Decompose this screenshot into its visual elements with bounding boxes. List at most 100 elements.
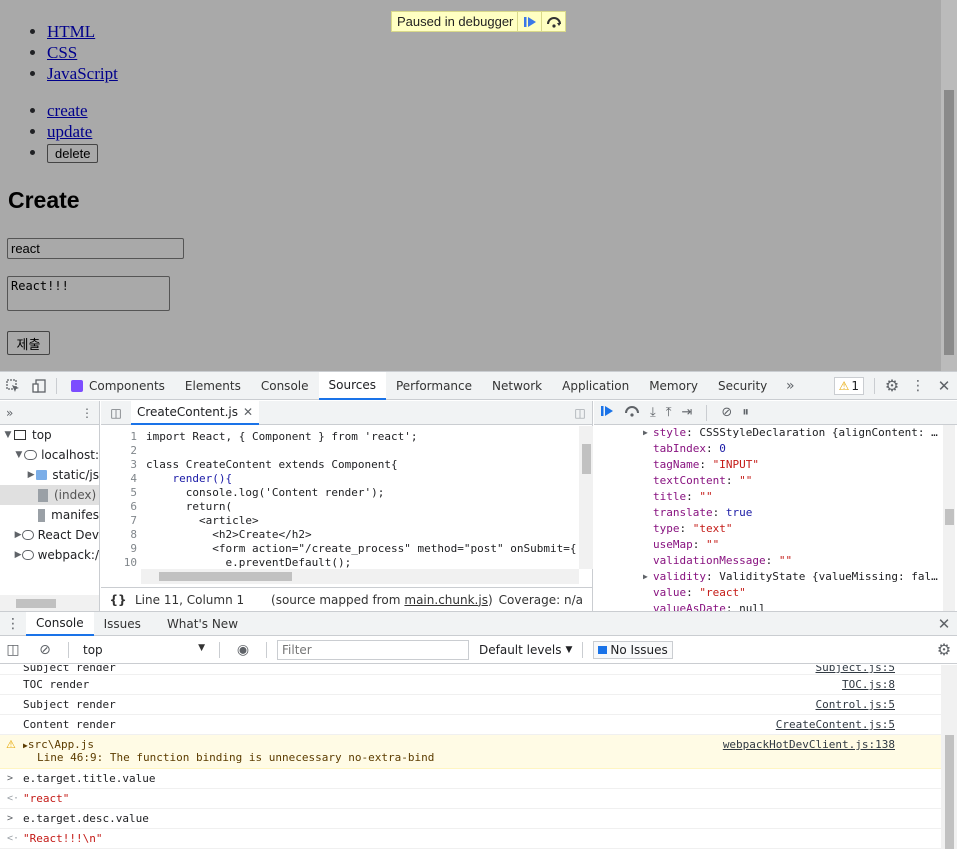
- step-into-icon[interactable]: ⤓: [650, 405, 656, 420]
- tab-elements[interactable]: Elements: [175, 372, 251, 400]
- tab-sources[interactable]: Sources: [318, 371, 386, 400]
- tree-item-localhost[interactable]: ▼ localhost:: [0, 445, 99, 465]
- close-tab-icon[interactable]: ✕: [243, 405, 253, 419]
- console-filter-input[interactable]: [277, 639, 469, 660]
- navigator-hscrollbar-thumb[interactable]: [16, 599, 56, 608]
- more-navigator-tabs-icon[interactable]: »: [6, 406, 13, 420]
- message-source-link[interactable]: Control.js:5: [816, 698, 895, 711]
- deactivate-breakpoints-icon[interactable]: ⊘: [721, 405, 732, 420]
- scope-property[interactable]: value: "react": [594, 585, 957, 601]
- pause-on-exceptions-icon[interactable]: ⏸: [742, 405, 749, 420]
- tree-item-static-js[interactable]: ▶ static/js: [0, 465, 99, 485]
- tab-performance[interactable]: Performance: [386, 372, 482, 400]
- expand-arrow-icon[interactable]: ▶: [643, 569, 648, 585]
- topic-link-css[interactable]: CSS: [47, 43, 77, 62]
- warning-count-badge[interactable]: ⚠ 1: [833, 376, 864, 395]
- inspect-element-icon[interactable]: [0, 372, 26, 400]
- editor-vscrollbar-thumb[interactable]: [582, 444, 591, 474]
- line-number[interactable]: 9: [101, 542, 141, 556]
- scope-vscrollbar[interactable]: [943, 425, 955, 611]
- message-source-link[interactable]: CreateContent.js:5: [776, 718, 895, 731]
- tree-item-top[interactable]: ▼ top: [0, 425, 99, 445]
- close-devtools-icon[interactable]: ✕: [931, 372, 957, 400]
- scope-property[interactable]: validationMessage: "": [594, 553, 957, 569]
- clear-console-icon[interactable]: ⊘: [32, 636, 58, 664]
- topic-link-javascript[interactable]: JavaScript: [47, 64, 118, 83]
- line-number[interactable]: 5: [101, 486, 141, 500]
- settings-gear-icon[interactable]: ⚙: [879, 372, 905, 400]
- scope-property[interactable]: tabIndex: 0: [594, 441, 957, 457]
- title-input[interactable]: [7, 238, 184, 259]
- scope-property[interactable]: tagName: "INPUT": [594, 457, 957, 473]
- update-link[interactable]: update: [47, 122, 92, 141]
- log-levels-dropdown[interactable]: Default levels ▼: [479, 643, 572, 657]
- tab-memory[interactable]: Memory: [639, 372, 708, 400]
- scope-property[interactable]: textContent: "": [594, 473, 957, 489]
- line-number[interactable]: 7: [101, 514, 141, 528]
- scope-property[interactable]: ▶ validity: ValidityState {valueMissing: …: [594, 569, 957, 585]
- warning-source-link[interactable]: webpackHotDevClient.js:138: [723, 738, 895, 751]
- line-number[interactable]: 6: [101, 500, 141, 514]
- expand-arrow-icon[interactable]: ▶: [643, 425, 648, 441]
- resume-icon[interactable]: [600, 405, 614, 421]
- drawer-tab-issues[interactable]: Issues: [94, 612, 151, 636]
- page-scrollbar[interactable]: [941, 0, 957, 371]
- tree-item-webpack[interactable]: ▶ webpack:/: [0, 545, 99, 565]
- delete-button[interactable]: delete: [47, 144, 99, 163]
- resume-icon[interactable]: [517, 12, 541, 31]
- desc-textarea[interactable]: React!!!: [7, 276, 170, 311]
- line-number[interactable]: 2: [101, 444, 141, 458]
- context-selector[interactable]: top ▼: [79, 643, 209, 657]
- pretty-print-icon[interactable]: {}: [101, 593, 135, 607]
- toggle-debugger-icon[interactable]: ◫: [568, 406, 592, 420]
- message-source-link[interactable]: Subject.js:5: [816, 665, 895, 674]
- console-scrollbar-thumb[interactable]: [945, 735, 954, 849]
- issues-button[interactable]: No Issues: [593, 640, 673, 659]
- device-toolbar-icon[interactable]: [26, 372, 52, 400]
- drawer-tab-whats-new[interactable]: What's New: [157, 612, 248, 636]
- message-source-link[interactable]: TOC.js:8: [842, 678, 895, 691]
- tab-security[interactable]: Security: [708, 372, 777, 400]
- scope-vscrollbar-thumb[interactable]: [945, 509, 954, 525]
- step-over-icon[interactable]: [541, 12, 565, 31]
- more-tabs-icon[interactable]: »: [777, 372, 803, 400]
- console-scrollbar[interactable]: [941, 665, 957, 849]
- source-map-link[interactable]: main.chunk.js: [404, 593, 488, 607]
- console-settings-gear-icon[interactable]: ⚙: [931, 636, 957, 664]
- line-number[interactable]: 1: [101, 430, 141, 444]
- line-number[interactable]: 3: [101, 458, 141, 472]
- close-drawer-icon[interactable]: ✕: [931, 610, 957, 638]
- line-number[interactable]: 4: [101, 472, 141, 486]
- kebab-menu-icon[interactable]: ⋮: [905, 372, 931, 400]
- scope-property[interactable]: type: "text": [594, 521, 957, 537]
- topic-link-html[interactable]: HTML: [47, 22, 95, 41]
- tree-item-react-devtools[interactable]: ▶ React Dev: [0, 525, 99, 545]
- tab-components[interactable]: Components: [61, 372, 175, 400]
- tab-console[interactable]: Console: [251, 372, 319, 400]
- editor-vscrollbar[interactable]: [579, 426, 593, 569]
- line-number[interactable]: 10: [101, 556, 141, 569]
- scope-property[interactable]: ▶ style: CSSStyleDeclaration {alignConten…: [594, 425, 957, 441]
- tab-network[interactable]: Network: [482, 372, 552, 400]
- drawer-tab-console[interactable]: Console: [26, 611, 94, 636]
- console-warning[interactable]: ⚠ ▶src\App.js Line 46:9: The function bi…: [0, 735, 941, 769]
- step-icon[interactable]: ⇥: [682, 405, 693, 420]
- tab-application[interactable]: Application: [552, 372, 639, 400]
- code-area[interactable]: 1 import React, { Component } from 'react…: [101, 426, 579, 569]
- live-expression-eye-icon[interactable]: ◉: [230, 636, 256, 664]
- console-sidebar-icon[interactable]: ◫: [0, 636, 26, 664]
- submit-button[interactable]: 제출: [7, 331, 50, 355]
- line-number[interactable]: 8: [101, 528, 141, 542]
- editor-hscrollbar[interactable]: [141, 569, 579, 584]
- tree-item-index[interactable]: (index): [0, 485, 99, 505]
- step-over-icon[interactable]: [624, 405, 640, 421]
- scope-property[interactable]: useMap: "": [594, 537, 957, 553]
- create-link[interactable]: create: [47, 101, 88, 120]
- tree-item-manifest[interactable]: manifes: [0, 505, 99, 525]
- editor-tab-createcontent[interactable]: CreateContent.js ✕: [131, 400, 260, 425]
- drawer-menu-icon[interactable]: ⋮: [0, 610, 26, 638]
- page-scrollbar-thumb[interactable]: [944, 90, 954, 355]
- navigator-menu-icon[interactable]: ⋮: [81, 406, 93, 420]
- scope-property[interactable]: title: "": [594, 489, 957, 505]
- toggle-navigator-icon[interactable]: ◫: [101, 406, 131, 420]
